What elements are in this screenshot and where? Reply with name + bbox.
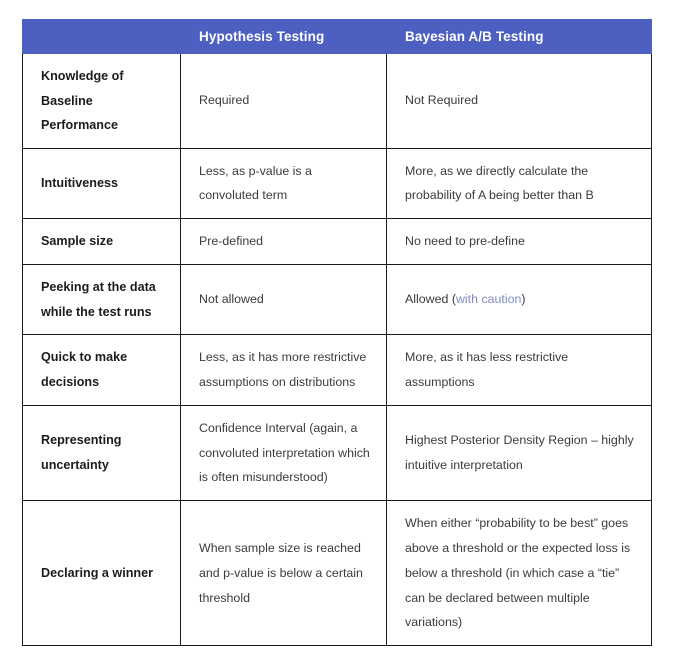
row-label-sample-size: Sample size (22, 218, 181, 266)
cell-hypothesis-intuitiveness: Less, as p-value is a convoluted term (180, 147, 387, 220)
row-label-knowledge-of-baseline-performance: Knowledge of Baseline Performance (22, 53, 181, 149)
table-header-row: Hypothesis Testing Bayesian A/B Testing (22, 19, 652, 54)
cell-bayesian-intuitiveness: More, as we directly calculate the proba… (386, 147, 652, 220)
row-label-representing-uncertainty: Representing uncertainty (22, 404, 181, 502)
table-row: Quick to make decisions Less, as it has … (22, 334, 652, 406)
page-root: Hypothesis Testing Bayesian A/B Testing … (0, 0, 674, 672)
cell-bayesian-declaring-a-winner: When either “probability to be best” goe… (386, 500, 652, 647)
row-label-quick-to-make-decisions: Quick to make decisions (22, 334, 181, 406)
cell-bayesian-knowledge-of-baseline-performance: Not Required (386, 53, 652, 149)
cell-bayesian-quick-to-make-decisions: More, as it has less restrictive assumpt… (386, 334, 652, 406)
table-row: Representing uncertainty Confidence Inte… (22, 404, 652, 502)
table-row: Sample size Pre-defined No need to pre-d… (22, 218, 652, 266)
table-header: Hypothesis Testing Bayesian A/B Testing (22, 19, 652, 54)
column-header-criterion (22, 19, 181, 54)
table-row: Knowledge of Baseline Performance Requir… (22, 53, 652, 149)
cell-bayesian-peeking-at-the-data: Allowed (with caution) (386, 264, 652, 336)
allowed-text: Allowed ( (405, 292, 456, 307)
row-label-peeking-at-the-data: Peeking at the data while the test runs (22, 264, 181, 336)
table-body: Knowledge of Baseline Performance Requir… (22, 53, 652, 647)
column-header-bayesian-ab-testing: Bayesian A/B Testing (386, 19, 652, 54)
comparison-table: Hypothesis Testing Bayesian A/B Testing … (22, 19, 652, 647)
with-caution-link[interactable]: with caution (456, 292, 521, 306)
cell-bayesian-sample-size: No need to pre-define (386, 218, 652, 266)
cell-hypothesis-sample-size: Pre-defined (180, 218, 387, 266)
column-header-hypothesis-testing: Hypothesis Testing (180, 19, 387, 54)
cell-hypothesis-declaring-a-winner: When sample size is reached and p-value … (180, 500, 387, 647)
table-row: Peeking at the data while the test runs … (22, 264, 652, 336)
row-label-intuitiveness: Intuitiveness (22, 147, 181, 220)
cell-hypothesis-knowledge-of-baseline-performance: Required (180, 53, 387, 149)
row-label-declaring-a-winner: Declaring a winner (22, 500, 181, 647)
cell-bayesian-representing-uncertainty: Highest Posterior Density Region – highl… (386, 404, 652, 502)
cell-hypothesis-quick-to-make-decisions: Less, as it has more restrictive assumpt… (180, 334, 387, 406)
allowed-text-suffix: ) (521, 292, 526, 307)
table-row: Intuitiveness Less, as p-value is a conv… (22, 147, 652, 220)
table-row: Declaring a winner When sample size is r… (22, 500, 652, 647)
cell-hypothesis-representing-uncertainty: Confidence Interval (again, a convoluted… (180, 404, 387, 502)
cell-hypothesis-peeking-at-the-data: Not allowed (180, 264, 387, 336)
